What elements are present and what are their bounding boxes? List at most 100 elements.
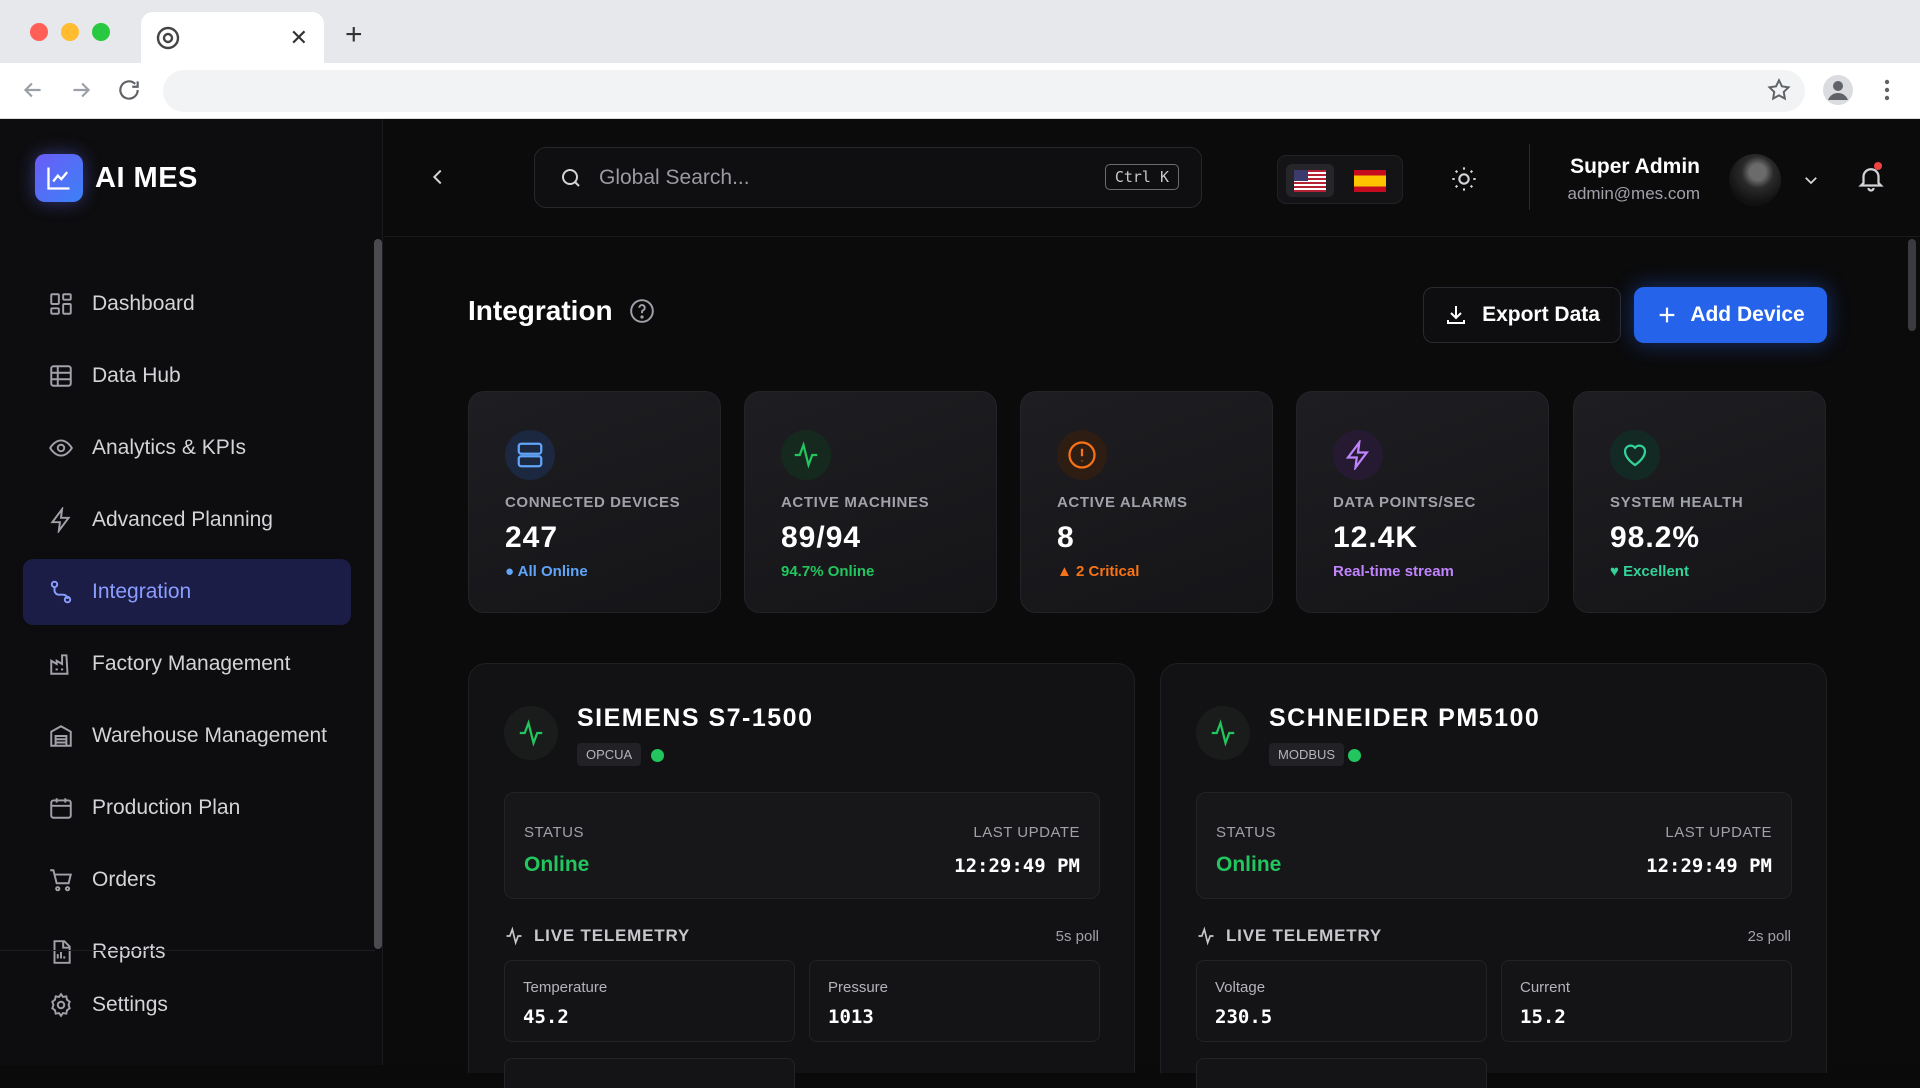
profile-icon[interactable] [1822,74,1854,106]
telemetry-cell-partial [504,1058,795,1088]
device-card-siemens[interactable]: SIEMENS S7-1500 OPCUA STATUS LAST UPDATE… [468,663,1135,1088]
device-card-schneider[interactable]: SCHNEIDER PM5100 MODBUS STATUS LAST UPDA… [1160,663,1827,1088]
app-logo[interactable]: AI MES [35,154,198,202]
stat-card-active-machines[interactable]: ACTIVE MACHINES 89/94 94.7% Online [744,391,997,613]
metric-label: Pressure [828,979,889,996]
global-search-box[interactable]: Global Search... Ctrl K [534,147,1202,208]
status-value: Online [524,853,590,876]
protocol-badge: MODBUS [1269,743,1345,766]
stat-card-connected-devices[interactable]: CONNECTED DEVICES 247 ● All Online [468,391,721,613]
new-tab-icon[interactable]: + [345,20,363,50]
sidebar-item-dashboard[interactable]: Dashboard [23,271,351,337]
sidebar-item-orders[interactable]: Orders [23,847,351,913]
sidebar-item-label: Advanced Planning [92,508,273,531]
collapse-sidebar-icon[interactable] [427,166,449,188]
chevron-down-icon[interactable] [1802,171,1820,189]
stat-value: 89/94 [781,521,862,554]
last-update-value: 12:29:49 PM [1646,855,1772,877]
plus-icon [1656,304,1678,326]
sidebar-item-analytics[interactable]: Analytics & KPIs [23,415,351,481]
bolt-icon [1333,430,1383,480]
theme-toggle-sun-icon[interactable] [1450,165,1478,193]
add-device-button[interactable]: Add Device [1634,287,1827,343]
sidebar-item-warehouse-management[interactable]: Warehouse Management [23,703,351,769]
activity-icon [1196,706,1250,760]
telemetry-label: LIVE TELEMETRY [534,926,691,945]
download-icon [1444,303,1468,327]
user-name: Super Admin [1570,155,1700,178]
bookmark-star-icon[interactable] [1766,77,1792,103]
address-bar[interactable] [163,70,1805,112]
calendar-icon [48,795,74,821]
help-icon[interactable] [629,298,655,324]
close-window-button[interactable] [30,23,48,41]
sidebar-item-label: Data Hub [92,364,181,387]
sidebar-item-label: Orders [92,868,157,891]
activity-icon [504,926,524,946]
stat-label: CONNECTED DEVICES [505,494,681,511]
sidebar-item-settings[interactable]: Settings [48,992,168,1018]
metric-value: 45.2 [523,1006,569,1028]
browser-tab-strip: ✕ + [0,0,1920,64]
stat-value: 8 [1057,521,1075,554]
export-data-button[interactable]: Export Data [1423,287,1621,343]
sidebar-item-factory-management[interactable]: Factory Management [23,631,351,697]
us-flag-icon[interactable] [1286,164,1334,197]
stat-card-system-health[interactable]: SYSTEM HEALTH 98.2% ♥ Excellent [1573,391,1826,613]
online-status-dot [651,749,664,762]
notification-badge [1874,162,1882,170]
activity-icon [781,430,831,480]
stat-label: ACTIVE ALARMS [1057,494,1188,511]
device-name: SCHNEIDER PM5100 [1269,704,1541,732]
sidebar-item-integration[interactable]: Integration [23,559,351,625]
telemetry-header: LIVE TELEMETRY [1196,926,1382,946]
forward-icon[interactable] [68,77,94,103]
metric-label: Current [1520,979,1571,996]
sidebar-item-data-hub[interactable]: Data Hub [23,343,351,409]
metric-label: Voltage [1215,979,1266,996]
avatar[interactable] [1729,154,1781,206]
status-panel: STATUS LAST UPDATE Online 12:29:49 PM [504,792,1100,899]
metric-value: 15.2 [1520,1006,1566,1028]
online-status-dot [1348,749,1361,762]
search-input[interactable]: Global Search... [599,166,750,190]
stat-value: 12.4K [1333,521,1419,554]
table-icon [48,363,74,389]
spain-flag-icon[interactable] [1346,164,1394,197]
reload-icon[interactable] [116,77,142,103]
sidebar-item-reports[interactable]: Reports [23,919,351,985]
sidebar-item-label: Production Plan [92,796,241,819]
close-tab-icon[interactable]: ✕ [290,27,308,49]
last-update-label: LAST UPDATE [1665,824,1772,841]
back-icon[interactable] [20,77,46,103]
stat-subtext: ● All Online [505,563,588,580]
main-scrollbar[interactable] [1908,239,1916,331]
sidebar-scrollbar[interactable] [374,239,382,949]
cart-icon [48,867,74,893]
app-name: AI MES [95,161,198,194]
export-data-label: Export Data [1482,303,1600,326]
sidebar-item-label: Dashboard [92,292,195,315]
metric-value: 230.5 [1215,1006,1273,1028]
settings-label: Settings [92,993,168,1016]
sidebar-item-production-plan[interactable]: Production Plan [23,775,351,841]
telemetry-cell: Current 15.2 [1501,960,1792,1042]
page-header: Integration [468,295,655,327]
stat-card-data-points[interactable]: DATA POINTS/SEC 12.4K Real-time stream [1296,391,1549,613]
activity-icon [504,706,558,760]
status-value: Online [1216,853,1282,876]
report-icon [48,939,74,965]
stats-row: CONNECTED DEVICES 247 ● All Online ACTIV… [468,391,1827,613]
status-label: STATUS [1216,824,1276,841]
language-switcher [1277,155,1403,204]
browser-tab[interactable]: ✕ [141,12,324,64]
maximize-window-button[interactable] [92,23,110,41]
metric-label: Temperature [523,979,608,996]
user-info[interactable]: Super Admin admin@mes.com [1550,155,1700,204]
sidebar-item-advanced-planning[interactable]: Advanced Planning [23,487,351,553]
minimize-window-button[interactable] [61,23,79,41]
stat-subtext: ▲ 2 Critical [1057,563,1140,580]
last-update-label: LAST UPDATE [973,824,1080,841]
stat-card-active-alarms[interactable]: ACTIVE ALARMS 8 ▲ 2 Critical [1020,391,1273,613]
browser-menu-icon[interactable] [1882,77,1892,103]
